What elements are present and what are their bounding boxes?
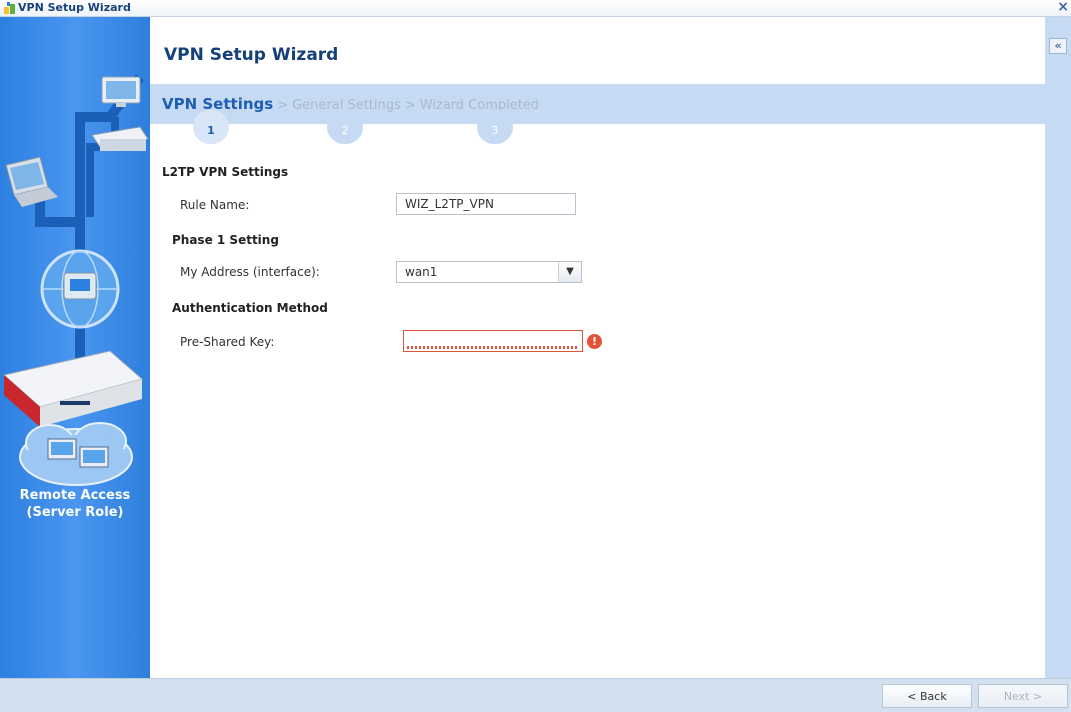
wizard-role-label: Remote Access (Server Role) (0, 487, 150, 521)
monitor-icon (101, 76, 141, 107)
my-address-label: My Address (interface): (180, 265, 320, 279)
step-number-3: 3 (477, 110, 513, 144)
my-address-select[interactable]: wan1 ▼ (396, 261, 582, 283)
step-separator: > (277, 98, 289, 113)
laptop-icon (5, 156, 58, 207)
my-address-value: wan1 (405, 265, 438, 279)
side-strip (1045, 17, 1071, 678)
section-l2tp-vpn-settings: L2TP VPN Settings (162, 165, 289, 179)
validation-underline (407, 346, 579, 349)
rule-name-input[interactable] (396, 193, 576, 215)
role-label-line1: Remote Access (19, 488, 131, 503)
window-title: VPN Setup Wizard (18, 1, 131, 14)
firewall-device-icon (2, 350, 144, 427)
title-bar: VPN Setup Wizard × (0, 0, 1071, 17)
section-phase1-setting: Phase 1 Setting (172, 233, 279, 247)
chevron-down-icon[interactable]: ▼ (558, 262, 581, 282)
back-button[interactable]: < Back (882, 684, 972, 708)
step-number-2: 2 (327, 110, 363, 144)
network-illustration (2, 74, 149, 486)
wizard-main: VPN Setup Wizard VPN Settings > General Se… (150, 17, 1045, 678)
next-button[interactable]: Next > (978, 684, 1068, 708)
pre-shared-key-input[interactable] (403, 330, 583, 352)
collapse-icon[interactable]: « (1049, 38, 1067, 54)
globe-icon (40, 249, 120, 329)
wizard-illustration-panel: Remote Access (Server Role) (0, 17, 150, 678)
page-title: VPN Setup Wizard (164, 45, 339, 65)
section-authentication-method: Authentication Method (172, 301, 328, 315)
cloud-network-icon (19, 422, 133, 486)
step-separator: > (404, 98, 416, 113)
rule-name-label: Rule Name: (180, 198, 250, 212)
role-label-line2: (Server Role) (26, 505, 124, 520)
switch-icon (91, 126, 149, 151)
step-number-1: 1 (193, 110, 229, 144)
error-icon: ! (587, 334, 602, 349)
close-icon[interactable]: × (1057, 0, 1069, 15)
wizard-icon (4, 2, 15, 14)
pre-shared-key-label: Pre-Shared Key: (180, 335, 275, 349)
step-wizard-completed: Wizard Completed (419, 98, 540, 113)
